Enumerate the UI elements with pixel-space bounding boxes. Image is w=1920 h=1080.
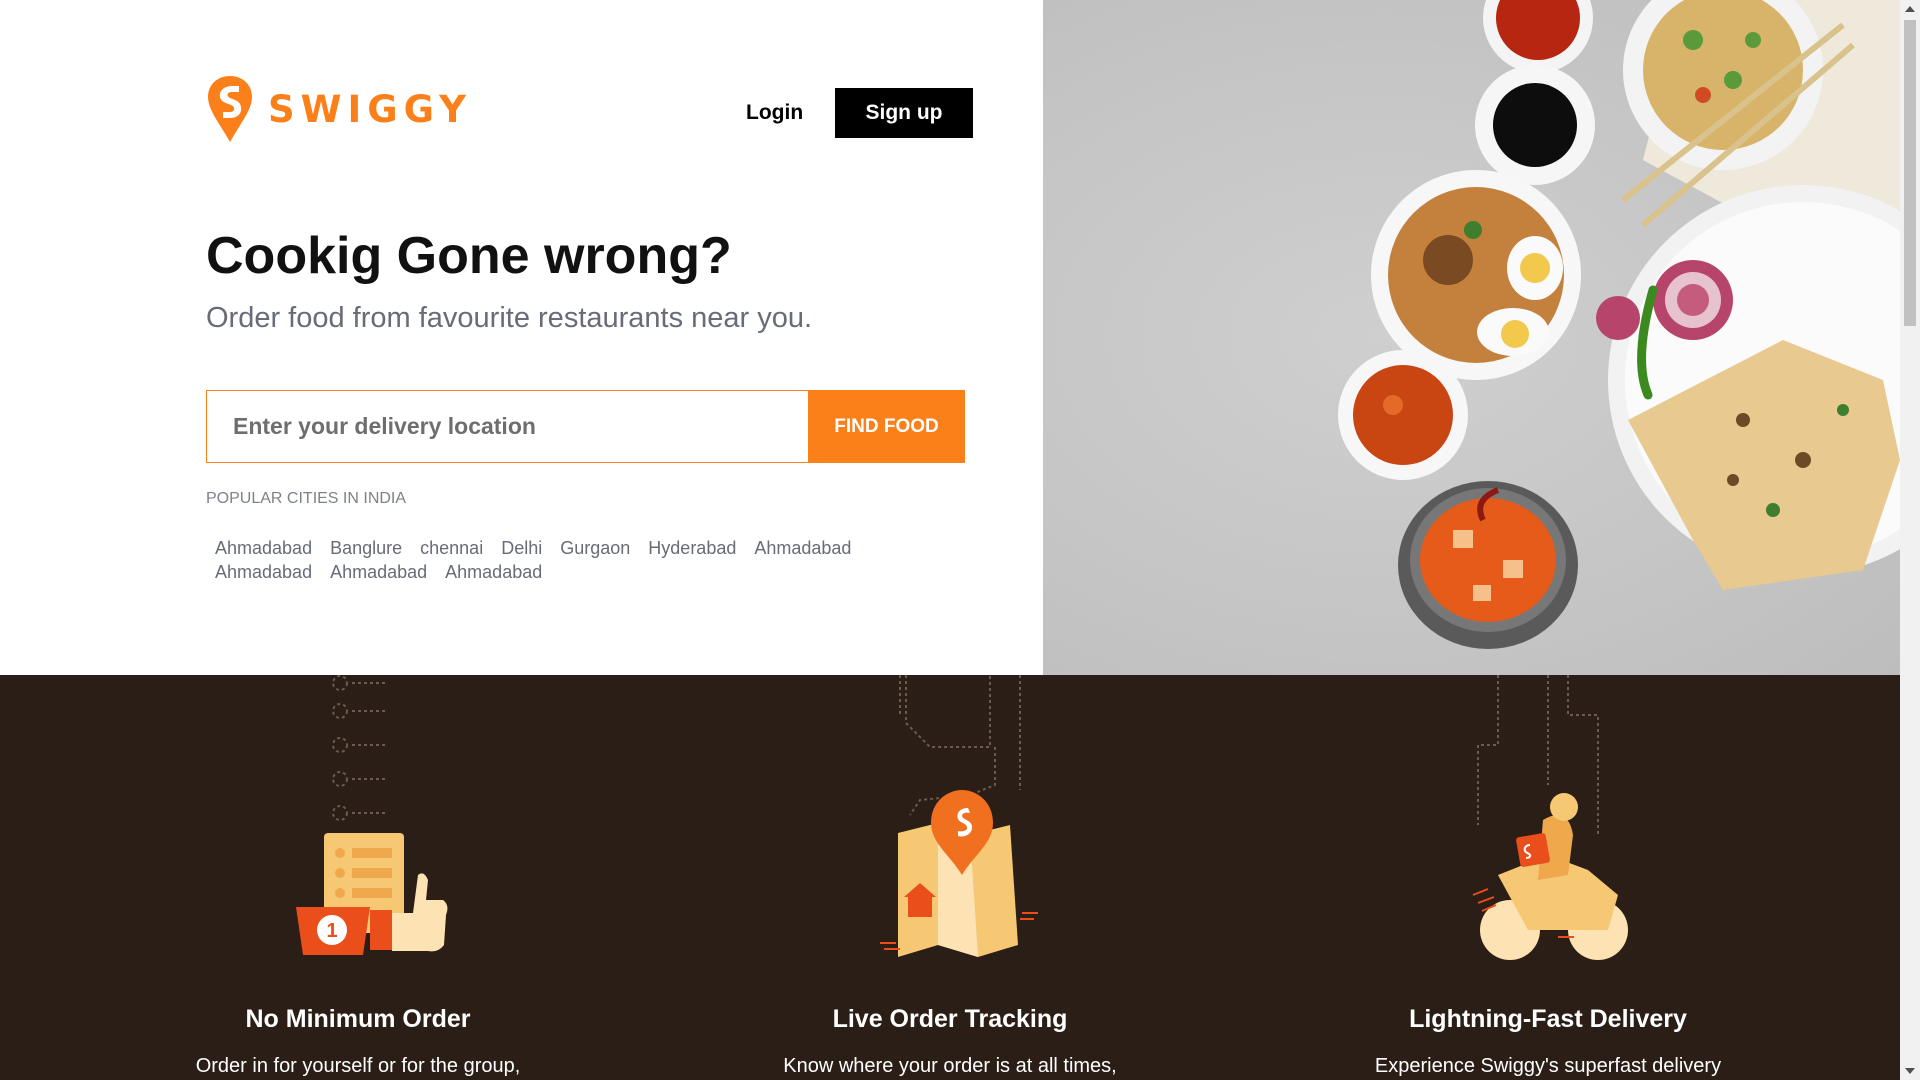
city-link[interactable]: Ahmadabad xyxy=(745,536,860,560)
feature-description: Experience Swiggy's superfast delivery xyxy=(1374,1055,1722,1077)
feature-live-order-tracking: Live Order Tracking Know where your orde… xyxy=(650,675,1250,1080)
swiggy-pin-logo-icon xyxy=(208,76,252,142)
food-illustration xyxy=(1338,0,1900,649)
hero-food-image xyxy=(1043,0,1900,675)
feature-description: Know where your order is at all times, xyxy=(783,1055,1117,1077)
scroll-up-arrow-icon[interactable] xyxy=(1900,0,1920,18)
brand-name: SWIGGY xyxy=(268,87,472,131)
city-link[interactable]: Hyderabad xyxy=(639,536,745,560)
features-section: 1 No Minimum Order Order in for yourself… xyxy=(0,675,1900,1080)
location-search: FIND FOOD xyxy=(206,390,965,463)
hero-subtitle: Order food from favourite restaurants ne… xyxy=(206,302,813,334)
city-link[interactable]: Ahmadabad xyxy=(206,560,321,584)
swiggy-logo[interactable]: SWIGGY xyxy=(206,74,472,144)
feature-title: Lightning-Fast Delivery xyxy=(1409,1005,1687,1033)
feature-title: Live Order Tracking xyxy=(832,1005,1068,1033)
feature-title: No Minimum Order xyxy=(245,1005,471,1033)
page: SWIGGY Login Sign up Cookig Gone wrong? … xyxy=(0,0,1920,1080)
scrollbar-thumb[interactable] xyxy=(1904,20,1916,326)
find-food-button[interactable]: FIND FOOD xyxy=(808,390,965,463)
hero-title: Cookig Gone wrong? xyxy=(206,227,732,285)
signup-button[interactable]: Sign up xyxy=(835,88,973,138)
city-link[interactable]: chennai xyxy=(411,536,492,560)
city-link[interactable]: Banglure xyxy=(321,536,411,560)
city-link[interactable]: Ahmadabad xyxy=(436,560,551,584)
city-link[interactable]: Gurgaon xyxy=(551,536,639,560)
city-link[interactable]: Delhi xyxy=(492,536,551,560)
feature-lightning-fast-delivery: Lightning-Fast Delivery Experience Swigg… xyxy=(1248,675,1848,1080)
svg-text:1: 1 xyxy=(326,920,337,942)
feature-no-minimum-order: 1 No Minimum Order Order in for yourself… xyxy=(58,675,658,1080)
feature-description: Order in for yourself or for the group, xyxy=(195,1055,521,1077)
popular-cities-list: Ahmadabad Banglure chennai Delhi Gurgaon… xyxy=(206,536,906,584)
map-location-pin-icon xyxy=(880,675,1038,957)
delivery-scooter-icon xyxy=(1472,675,1628,960)
city-link[interactable]: Ahmadabad xyxy=(206,536,321,560)
vertical-scrollbar[interactable] xyxy=(1900,0,1920,1080)
login-link[interactable]: Login xyxy=(740,88,809,138)
order-checklist-thumbs-up-icon: 1 xyxy=(296,675,448,955)
city-link[interactable]: Ahmadabad xyxy=(321,560,436,584)
popular-cities-heading: POPULAR CITIES IN INDIA xyxy=(206,490,407,507)
delivery-location-input[interactable] xyxy=(206,390,808,463)
hero-section: SWIGGY Login Sign up Cookig Gone wrong? … xyxy=(0,0,1043,675)
scroll-down-arrow-icon[interactable] xyxy=(1900,1062,1920,1080)
